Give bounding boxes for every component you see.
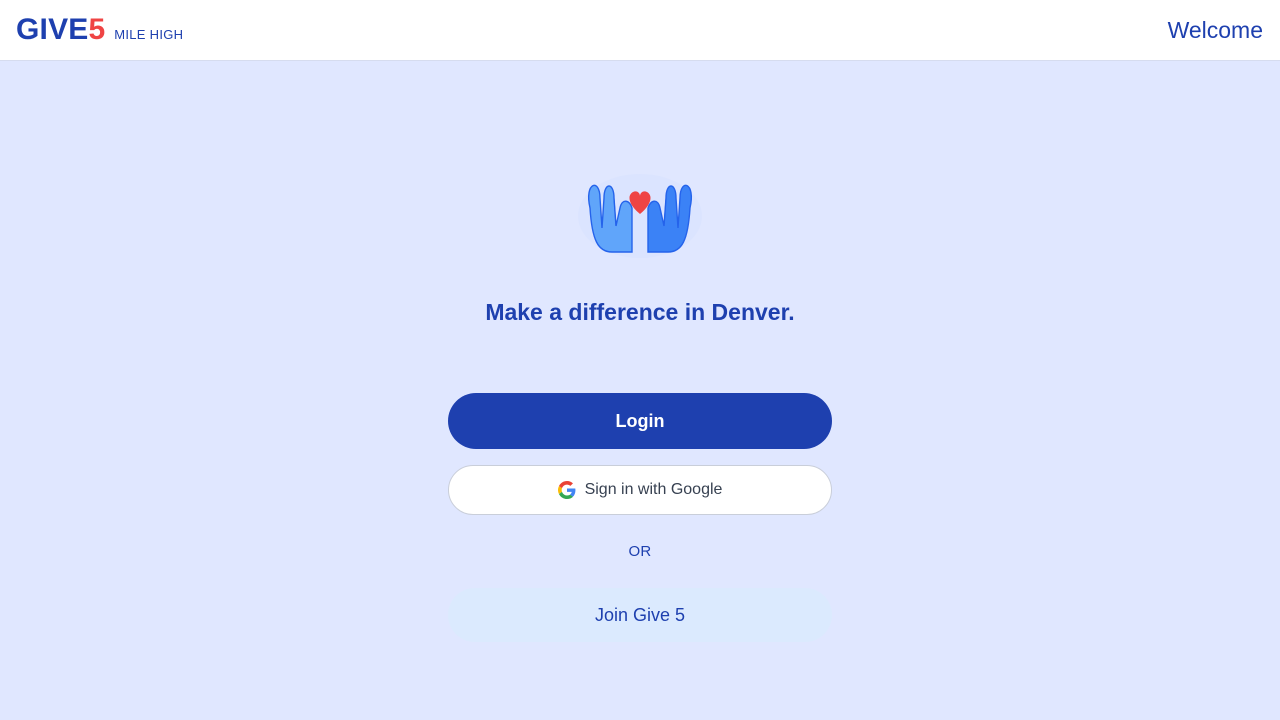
brand-number: 5	[88, 13, 106, 46]
google-signin-button[interactable]: Sign in with Google	[448, 465, 832, 515]
google-signin-label: Sign in with Google	[584, 481, 723, 498]
brand-logo[interactable]: GIVE 5 MILE HIGH	[16, 15, 183, 45]
tagline: Make a difference in Denver.	[485, 299, 795, 325]
welcome-title: Welcome	[1167, 16, 1263, 43]
join-button[interactable]: Join Give 5	[448, 588, 832, 642]
or-divider: OR	[628, 543, 652, 560]
login-button[interactable]: Login	[448, 393, 832, 449]
brand-subtitle: MILE HIGH	[114, 27, 184, 42]
top-bar: GIVE 5 MILE HIGH Welcome	[0, 0, 1280, 61]
brand-word: GIVE	[16, 13, 89, 46]
hands-holding-heart-icon	[578, 174, 702, 258]
google-g-icon	[557, 481, 575, 499]
